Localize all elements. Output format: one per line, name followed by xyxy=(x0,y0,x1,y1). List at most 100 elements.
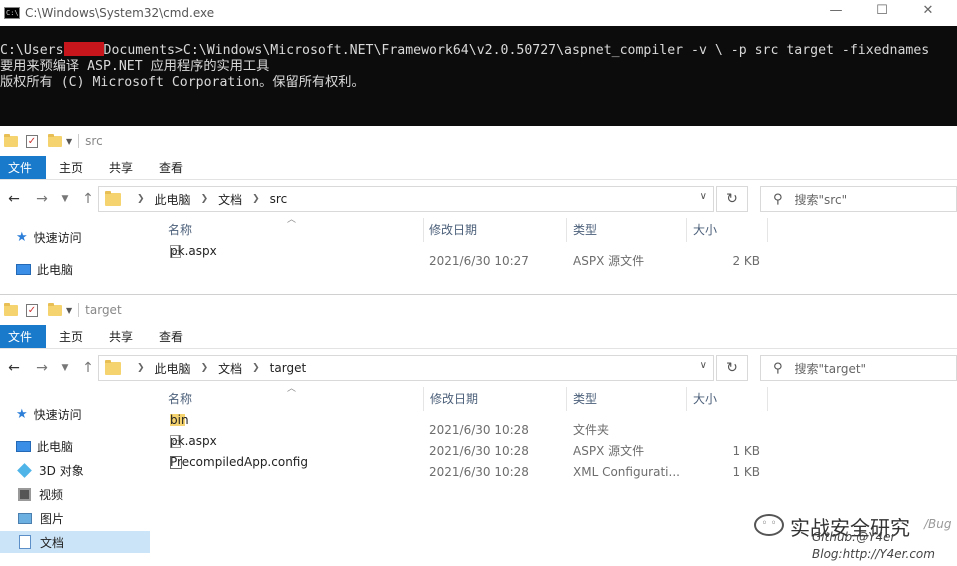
column-header-type[interactable]: 类型 xyxy=(573,218,597,242)
breadcrumb-this-pc[interactable]: 此电脑 xyxy=(155,191,191,208)
pictures-icon xyxy=(18,512,32,524)
breadcrumb-this-pc[interactable]: 此电脑 xyxy=(155,360,191,377)
column-divider[interactable] xyxy=(686,218,687,242)
properties-icon[interactable]: ✓ xyxy=(26,134,38,148)
explorer-window-src: ✓ ▼ src 文件 主页 共享 查看 ← → ▼ ↑ ❯ 此电脑 ❯ 文档 ❯… xyxy=(0,126,957,294)
column-header-type[interactable]: 类型 xyxy=(573,387,597,411)
tab-home[interactable]: 主页 xyxy=(46,325,96,348)
file-type: ASPX 源文件 xyxy=(573,444,645,458)
tab-view[interactable]: 查看 xyxy=(146,156,196,179)
quick-access-toolbar: ✓ ▼ src xyxy=(0,126,957,156)
address-bar[interactable]: ❯ 此电脑 ❯ 文档 ❯ target ∨ xyxy=(98,355,714,381)
column-divider[interactable] xyxy=(686,387,687,411)
chevron-down-icon[interactable]: ∨ xyxy=(700,191,707,202)
watermark: ◦ ◦ 实战安全研究 /Bug Github:@Y4er Blog:http:/… xyxy=(754,510,957,566)
folder-icon xyxy=(105,190,121,206)
file-row[interactable]: bin 2021/6/30 10:28 文件夹 xyxy=(150,413,770,441)
column-header-date[interactable]: 修改日期 xyxy=(430,387,478,411)
chevron-right-icon[interactable]: ❯ xyxy=(137,194,145,204)
forward-button[interactable]: → xyxy=(28,360,56,376)
column-divider[interactable] xyxy=(566,218,567,242)
file-name: PrecompiledApp.config xyxy=(170,454,308,469)
back-button[interactable]: ← xyxy=(0,191,28,207)
chevron-right-icon[interactable]: ❯ xyxy=(201,363,209,373)
tab-share[interactable]: 共享 xyxy=(96,325,146,348)
customize-toolbar-icon[interactable]: ▼ xyxy=(66,137,72,146)
search-icon: ⚲ xyxy=(773,191,783,207)
chevron-down-icon[interactable]: ∨ xyxy=(700,360,707,371)
new-folder-icon[interactable] xyxy=(48,302,62,316)
toolbar-divider xyxy=(78,134,80,148)
file-date: 2021/6/30 10:27 xyxy=(429,254,529,268)
column-header-name[interactable]: 名称 xyxy=(168,387,192,411)
refresh-button[interactable]: ↻ xyxy=(716,186,748,212)
file-row[interactable]: pk.aspx 2021/6/30 10:27 ASPX 源文件 2 KB xyxy=(150,244,770,272)
ribbon-tabs: 文件 主页 共享 查看 xyxy=(0,325,957,349)
window-title: src xyxy=(85,134,103,148)
nav-item-videos[interactable]: 视频 xyxy=(0,483,150,505)
chevron-right-icon[interactable]: ❯ xyxy=(252,194,260,204)
tab-view[interactable]: 查看 xyxy=(146,325,196,348)
column-header-name[interactable]: 名称 xyxy=(168,218,192,242)
file-type: 文件夹 xyxy=(573,423,610,437)
file-row[interactable]: PrecompiledApp.config 2021/6/30 10:28 XM… xyxy=(150,455,770,483)
address-bar[interactable]: ❯ 此电脑 ❯ 文档 ❯ src ∨ xyxy=(98,186,714,212)
column-divider[interactable] xyxy=(767,387,768,411)
back-button[interactable]: ← xyxy=(0,360,28,376)
column-header-date[interactable]: 修改日期 xyxy=(429,218,477,242)
window-controls: — ☐ ✕ xyxy=(813,3,951,21)
column-divider[interactable] xyxy=(566,387,567,411)
nav-item-documents[interactable]: 文档 xyxy=(0,531,150,553)
chevron-right-icon[interactable]: ❯ xyxy=(252,363,260,373)
breadcrumb-target[interactable]: target xyxy=(270,361,307,375)
breadcrumb-documents[interactable]: 文档 xyxy=(218,360,242,377)
minimize-button[interactable]: — xyxy=(813,3,859,21)
close-button[interactable]: ✕ xyxy=(905,3,951,21)
nav-item-3d-objects[interactable]: 3D 对象 xyxy=(0,459,150,481)
folder-icon xyxy=(4,302,18,316)
nav-item-label: 视频 xyxy=(39,487,64,502)
cmd-line-2: 要用来预编译 ASP.NET 应用程序的实用工具 xyxy=(0,59,270,74)
wechat-icon: ◦ ◦ xyxy=(754,514,784,536)
tab-home[interactable]: 主页 xyxy=(46,156,96,179)
sort-ascending-icon: ︿ xyxy=(287,215,297,225)
chevron-right-icon[interactable]: ❯ xyxy=(137,363,145,373)
tab-file[interactable]: 文件 xyxy=(0,156,46,179)
address-row: ← → ▼ ↑ ❯ 此电脑 ❯ 文档 ❯ src ∨ ↻ ⚲ 搜索"src" xyxy=(0,180,957,218)
column-divider[interactable] xyxy=(767,218,768,242)
file-type: XML Configurati... xyxy=(573,465,680,479)
forward-button[interactable]: → xyxy=(28,191,56,207)
column-header-size[interactable]: 大小 xyxy=(693,218,717,242)
breadcrumb-src[interactable]: src xyxy=(270,192,288,206)
video-icon xyxy=(18,487,31,501)
refresh-button[interactable]: ↻ xyxy=(716,355,748,381)
tab-share[interactable]: 共享 xyxy=(96,156,146,179)
properties-icon[interactable]: ✓ xyxy=(26,303,38,317)
nav-item-label: 此电脑 xyxy=(37,439,74,454)
computer-icon xyxy=(16,440,31,452)
maximize-button[interactable]: ☐ xyxy=(859,3,905,21)
redaction-block xyxy=(63,42,104,56)
nav-item-quick-access[interactable]: ★ 快速访问 xyxy=(0,403,150,425)
tab-file[interactable]: 文件 xyxy=(0,325,46,348)
file-name: bin xyxy=(170,412,189,427)
customize-toolbar-icon[interactable]: ▼ xyxy=(66,306,72,315)
search-input[interactable]: ⚲ 搜索"src" xyxy=(760,186,957,212)
recent-locations-button[interactable]: ▼ xyxy=(56,363,74,373)
column-header-size[interactable]: 大小 xyxy=(693,387,717,411)
nav-item-this-pc[interactable]: 此电脑 xyxy=(0,435,150,457)
cmd-title-bar[interactable]: C:\ C:\Windows\System32\cmd.exe — ☐ ✕ xyxy=(0,0,957,26)
cmd-icon: C:\ xyxy=(4,7,20,19)
nav-item-pictures[interactable]: 图片 xyxy=(0,507,150,529)
nav-item-this-pc[interactable]: 此电脑 xyxy=(0,258,150,280)
column-divider[interactable] xyxy=(423,387,424,411)
chevron-right-icon[interactable]: ❯ xyxy=(201,194,209,204)
search-input[interactable]: ⚲ 搜索"target" xyxy=(760,355,957,381)
new-folder-icon[interactable] xyxy=(48,133,62,147)
recent-locations-button[interactable]: ▼ xyxy=(56,194,74,204)
cmd-console[interactable]: C:\Users Documents>C:\Windows\Microsoft.N… xyxy=(0,26,957,126)
nav-item-label: 文档 xyxy=(40,535,65,550)
nav-item-quick-access[interactable]: ★ 快速访问 xyxy=(0,226,150,248)
column-divider[interactable] xyxy=(423,218,424,242)
breadcrumb-documents[interactable]: 文档 xyxy=(218,191,242,208)
